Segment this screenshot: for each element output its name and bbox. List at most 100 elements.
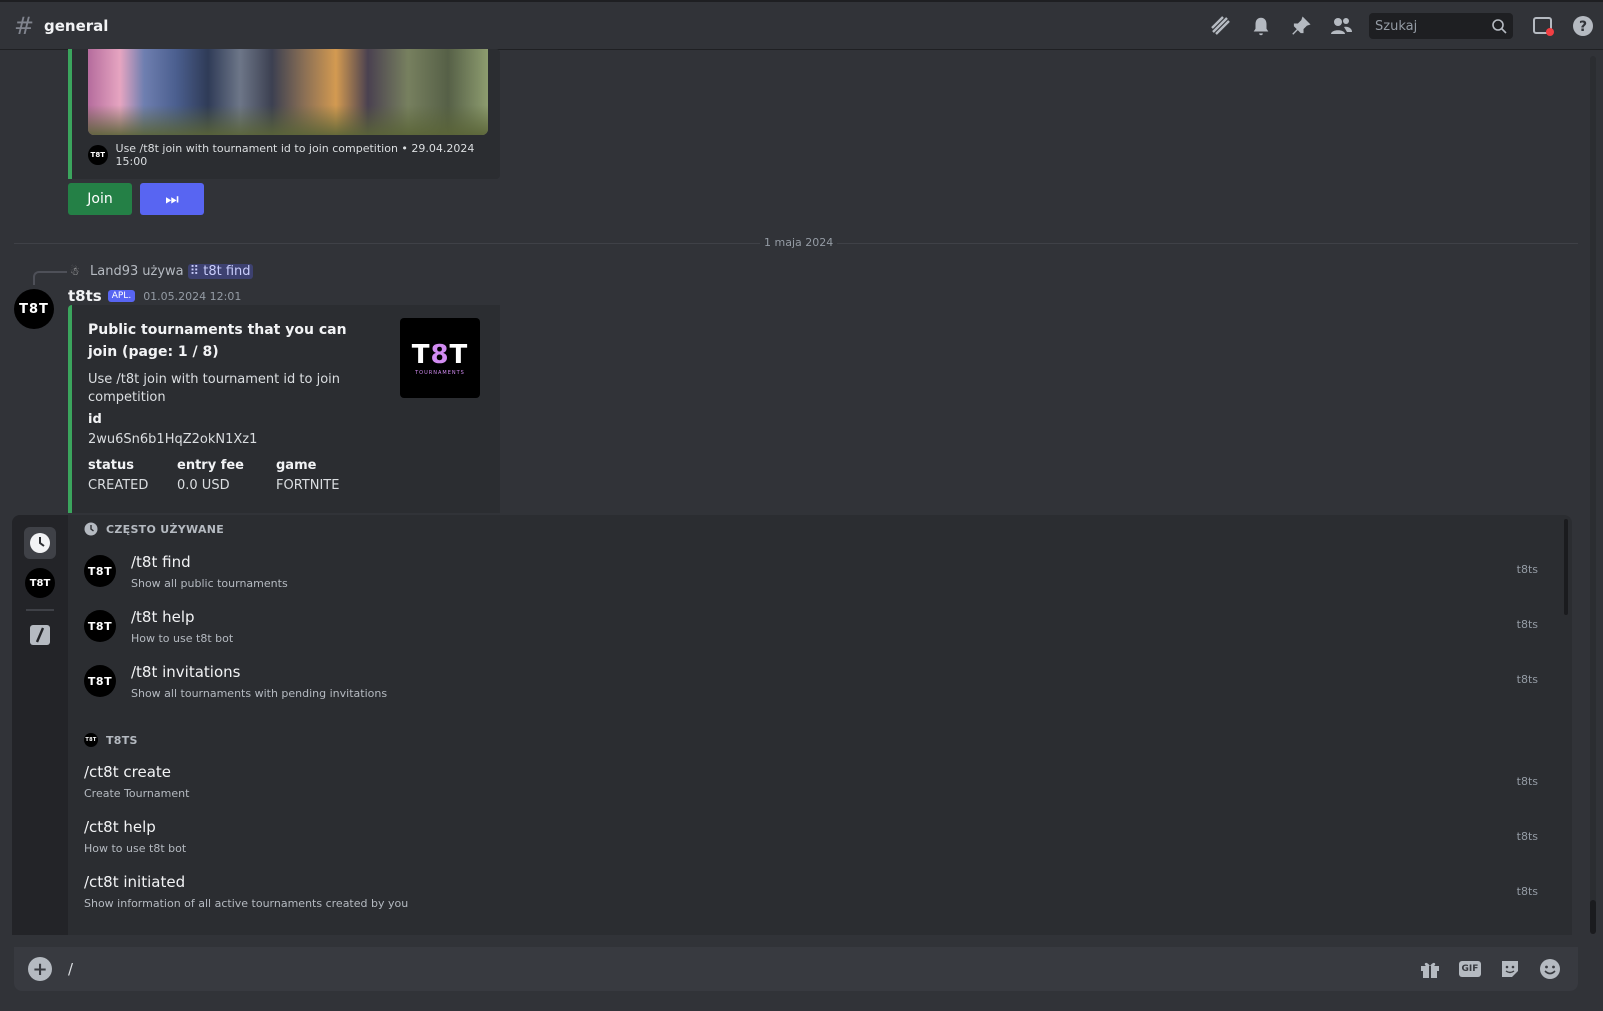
field-fee-name: entry fee	[177, 458, 244, 473]
svg-text:?: ?	[1579, 19, 1587, 35]
autocomplete-item[interactable]: T8T /t8t invitations Show all tournament…	[68, 655, 1548, 709]
search-input[interactable]: Szukaj	[1369, 13, 1513, 39]
gif-icon[interactable]: GIF	[1450, 949, 1490, 989]
chat-scrollbar-track[interactable]	[1590, 56, 1596, 916]
channel-name: general	[44, 16, 109, 35]
clock-icon	[84, 522, 98, 536]
command-autocomplete: T8T CZĘSTO UŻYWANE T8T /t8t find Show al…	[12, 515, 1572, 935]
reply-verb: używa	[142, 264, 184, 279]
command-app: t8ts	[1516, 673, 1538, 686]
field-game-name: game	[276, 458, 317, 473]
command-app: t8ts	[1516, 885, 1538, 898]
autocomplete-item[interactable]: /ct8t help How to use t8t bot t8ts	[68, 812, 1548, 866]
join-button[interactable]: Join	[68, 183, 132, 215]
thumbnail-logo: T8T	[411, 340, 469, 370]
field-fee-value: 0.0 USD	[177, 478, 230, 493]
date-divider-label: 1 maja 2024	[760, 236, 838, 249]
bell-icon[interactable]	[1241, 6, 1281, 46]
avatar[interactable]: T8T	[14, 289, 54, 329]
command-name: /ct8t create	[84, 763, 171, 781]
message-timestamp: 01.05.2024 12:01	[143, 289, 242, 303]
embed-image	[88, 49, 488, 135]
emoji-icon[interactable]	[1530, 949, 1570, 989]
command-description: Show information of all active tournamen…	[84, 897, 409, 910]
clock-icon	[30, 533, 50, 553]
embed-buttons: Join ⏭	[68, 183, 204, 215]
embed-description: Use /t8t join with tournament id to join…	[88, 372, 340, 405]
gif-label: GIF	[1458, 961, 1482, 977]
autocomplete-item[interactable]: T8T /t8t find Show all public tournament…	[68, 545, 1548, 599]
section-recent-header: CZĘSTO UŻYWANE	[84, 522, 224, 536]
channel-header: # general Szukaj ?	[0, 0, 1603, 50]
author-name[interactable]: t8ts	[68, 287, 102, 305]
tournament-embed: Public tournaments that you can join (pa…	[68, 305, 500, 513]
reply-context[interactable]: ☃ Land93 używa ⠿ t8t find	[70, 264, 253, 279]
previous-embed: T8T Use /t8t join with tournament id to …	[68, 49, 500, 179]
gift-icon[interactable]	[1410, 949, 1450, 989]
autocomplete-scrollbar[interactable]	[1564, 519, 1568, 615]
footer-text: Use /t8t join with tournament id to join…	[115, 142, 475, 168]
pin-icon[interactable]	[1281, 6, 1321, 46]
command-mention-label: t8t find	[203, 264, 251, 279]
rail-separator	[26, 609, 54, 611]
command-avatar: T8T	[84, 610, 116, 642]
field-game-value: FORTNITE	[276, 478, 340, 493]
t8ts-app-icon: T8T	[25, 568, 55, 598]
command-app: t8ts	[1516, 563, 1538, 576]
app-badge: APL.	[107, 290, 136, 302]
command-app: t8ts	[1516, 830, 1538, 843]
reply-connector	[33, 271, 67, 285]
command-description: How to use t8t bot	[84, 842, 187, 855]
command-app: t8ts	[1516, 618, 1538, 631]
skip-button[interactable]: ⏭	[140, 183, 204, 215]
thumbnail-subtitle: TOURNAMENTS	[415, 370, 465, 376]
embed-title: Public tournaments that you can join (pa…	[88, 322, 347, 360]
field-status-name: status	[88, 458, 134, 473]
field-id-value: 2wu6Sn6b1HqZ2okN1Xz1	[88, 432, 258, 447]
help-icon[interactable]: ?	[1563, 6, 1603, 46]
command-name: /ct8t initiated	[84, 873, 186, 891]
command-name: /t8t help	[131, 608, 195, 626]
threads-icon[interactable]	[1201, 6, 1241, 46]
autocomplete-item[interactable]: T8T /t8t help How to use t8t bot t8ts	[68, 600, 1548, 654]
command-name: /t8t find	[131, 553, 191, 571]
sticker-icon[interactable]	[1490, 949, 1530, 989]
members-icon[interactable]	[1321, 6, 1361, 46]
command-mention[interactable]: ⠿ t8t find	[187, 264, 253, 279]
section-app-header: T8T T8TS	[84, 733, 138, 747]
rail-t8ts-app[interactable]: T8T	[24, 567, 56, 599]
command-avatar: T8T	[84, 555, 116, 587]
footer-avatar: T8T	[88, 145, 108, 165]
command-description: Show all public tournaments	[131, 577, 288, 590]
slash-command-icon	[30, 625, 50, 645]
reply-username[interactable]: Land93	[90, 264, 138, 279]
autocomplete-item[interactable]: /ct8t create Create Tournament t8ts	[68, 757, 1548, 811]
message-header: t8ts APL. 01.05.2024 12:01	[68, 287, 241, 305]
command-description: Create Tournament	[84, 787, 190, 800]
t8ts-app-icon: T8T	[84, 733, 98, 747]
autocomplete-item[interactable]: /ct8t initiated Show information of all …	[68, 867, 1548, 921]
command-app: t8ts	[1516, 775, 1538, 788]
rail-builtin[interactable]	[24, 619, 56, 651]
embed-thumbnail[interactable]: T8T TOURNAMENTS	[400, 318, 480, 398]
command-avatar: T8T	[84, 665, 116, 697]
command-name: /t8t invitations	[131, 663, 241, 681]
command-description: Show all tournaments with pending invita…	[131, 687, 388, 700]
composer-toolbar: GIF	[1410, 947, 1570, 991]
inbox-icon[interactable]	[1523, 6, 1563, 46]
rail-recent[interactable]	[24, 527, 56, 559]
channel-hash-icon: #	[14, 11, 35, 40]
field-id-name: id	[88, 412, 102, 427]
message-composer[interactable]: + / GIF	[14, 947, 1578, 991]
composer-input[interactable]: /	[68, 960, 73, 978]
search-icon	[1492, 19, 1507, 34]
command-name: /ct8t help	[84, 818, 156, 836]
search-placeholder: Szukaj	[1375, 18, 1418, 34]
chat-scrollbar-thumb[interactable]	[1590, 900, 1596, 934]
embed-footer: T8T Use /t8t join with tournament id to …	[88, 142, 500, 168]
attach-plus-icon[interactable]: +	[28, 957, 52, 981]
command-description: How to use t8t bot	[131, 632, 234, 645]
autocomplete-rail: T8T	[12, 515, 68, 935]
reply-user-avatar-icon: ☃	[70, 264, 80, 278]
next-track-icon: ⏭	[165, 190, 179, 208]
